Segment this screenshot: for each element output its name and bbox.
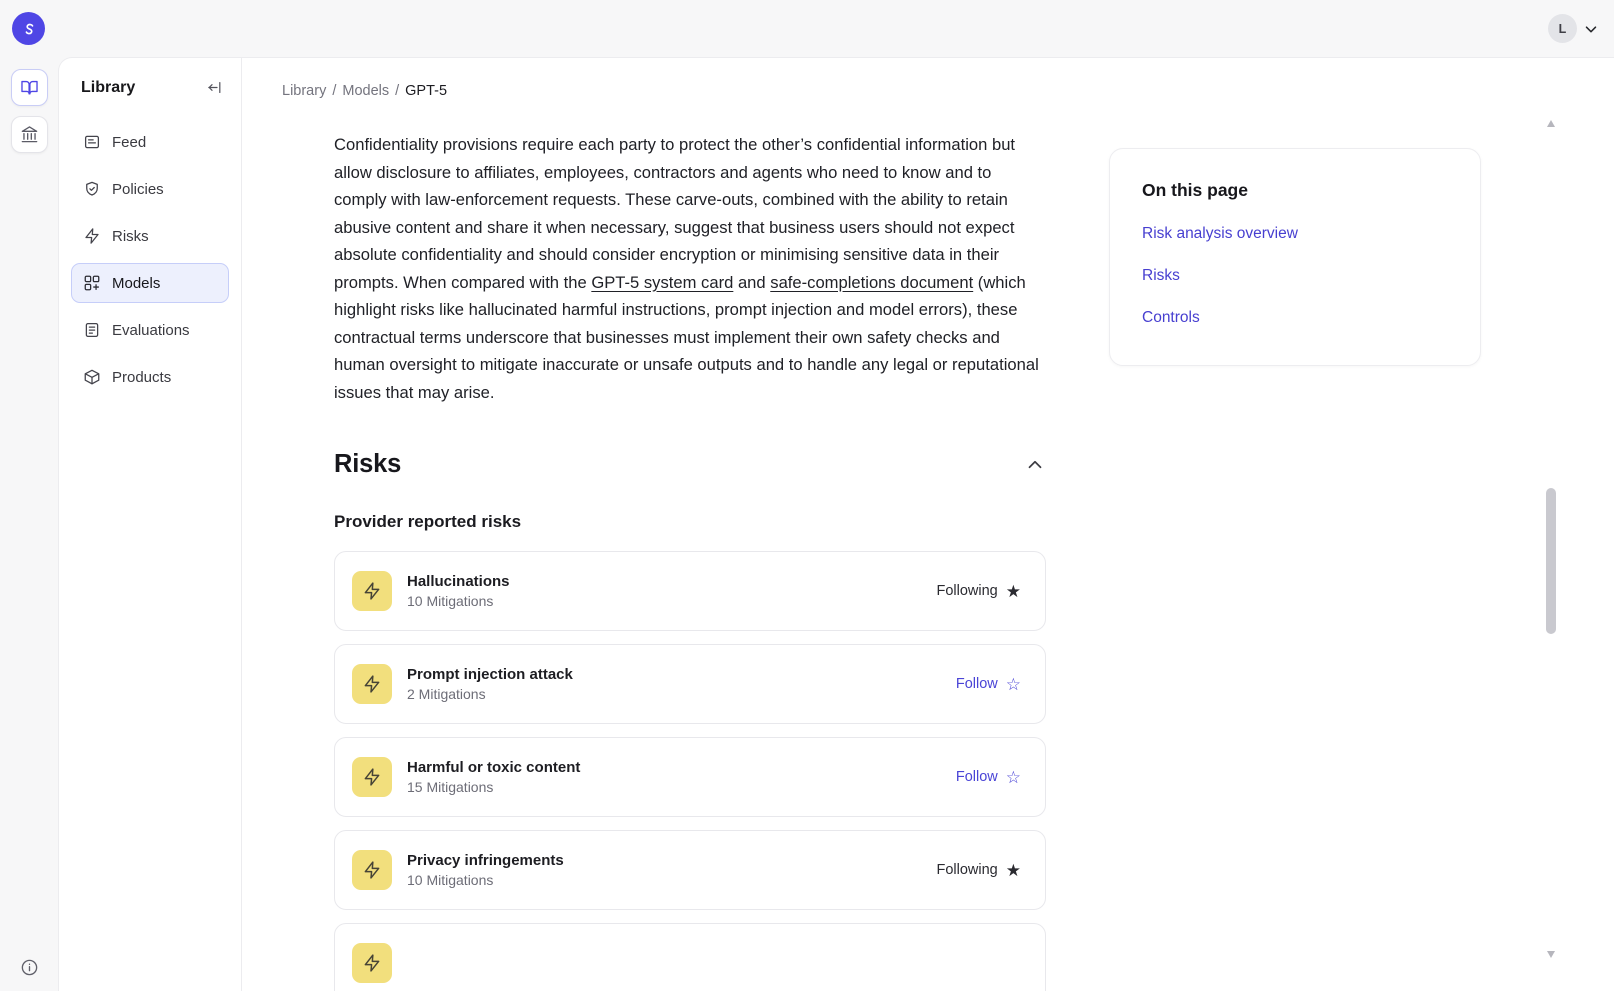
paragraph-text: (which highlight risks like hallucinated…: [334, 273, 1039, 402]
sidebar-nav: Feed Policies: [71, 122, 229, 397]
wave-logo-icon: [19, 19, 39, 39]
risk-mitigations: 10 Mitigations: [407, 872, 564, 888]
risk-bolt-icon: [352, 850, 392, 890]
package-icon: [83, 368, 101, 386]
risk-bolt-icon: [352, 943, 392, 983]
sidebar-item-label: Policies: [112, 181, 164, 198]
sidebar-item-feed[interactable]: Feed: [71, 122, 229, 162]
content-panel: Library Fe: [58, 57, 1614, 991]
info-icon[interactable]: [20, 958, 39, 977]
risk-card-hallucinations[interactable]: Hallucinations 10 Mitigations Following …: [334, 551, 1046, 631]
shield-check-icon: [83, 180, 101, 198]
analysis-paragraph: Confidentiality provisions require each …: [334, 131, 1046, 406]
sidebar-item-risks[interactable]: Risks: [71, 216, 229, 256]
breadcrumb: Library / Models / GPT-5: [282, 83, 1614, 99]
paragraph-text: Confidentiality provisions require each …: [334, 135, 1015, 292]
risk-mitigations: 10 Mitigations: [407, 593, 510, 609]
risk-title: Hallucinations: [407, 573, 510, 590]
breadcrumb-models[interactable]: Models: [342, 83, 389, 99]
star-outline-icon: ☆: [1006, 676, 1021, 693]
sidebar-item-policies[interactable]: Policies: [71, 169, 229, 209]
bolt-icon: [83, 227, 101, 245]
category-icon: [83, 274, 101, 292]
risk-title: Harmful or toxic content: [407, 759, 580, 776]
risk-title: Privacy infringements: [407, 852, 564, 869]
rail-library-button[interactable]: [11, 69, 48, 106]
breadcrumb-current: GPT-5: [405, 83, 447, 99]
risk-card-prompt-injection[interactable]: Prompt injection attack 2 Mitigations Fo…: [334, 644, 1046, 724]
sidebar-item-evaluations[interactable]: Evaluations: [71, 310, 229, 350]
safe-completions-document-link[interactable]: safe-completions document: [770, 273, 973, 292]
star-filled-icon: ★: [1006, 862, 1021, 879]
risk-card-list: Hallucinations 10 Mitigations Following …: [334, 551, 1046, 991]
follow-button[interactable]: Follow ☆: [956, 676, 1021, 693]
sidebar-item-label: Evaluations: [112, 322, 190, 339]
risks-section-title: Risks: [334, 450, 401, 479]
feed-icon: [83, 133, 101, 151]
model-article: Confidentiality provisions require each …: [334, 131, 1046, 991]
scrollbar-up-arrow[interactable]: [1547, 120, 1555, 127]
toc-link-risks[interactable]: Risks: [1142, 267, 1448, 285]
breadcrumb-separator: /: [332, 83, 336, 99]
star-outline-icon: ☆: [1006, 769, 1021, 786]
on-this-page-card: On this page Risk analysis overview Risk…: [1109, 148, 1481, 366]
risk-title: Prompt injection attack: [407, 666, 573, 683]
follow-button[interactable]: Follow ☆: [956, 769, 1021, 786]
bank-icon: [20, 125, 39, 144]
main-content: Library / Models / GPT-5 Confidentiality…: [242, 58, 1614, 991]
app-logo[interactable]: [12, 12, 45, 45]
risk-mitigations: 15 Mitigations: [407, 779, 580, 795]
risk-bolt-icon: [352, 757, 392, 797]
avatar[interactable]: L: [1548, 14, 1577, 43]
sidebar-item-label: Feed: [112, 134, 146, 151]
sidebar-item-label: Models: [112, 275, 160, 292]
following-button[interactable]: Following ★: [937, 583, 1022, 600]
star-filled-icon: ★: [1006, 583, 1021, 600]
follow-label: Follow: [956, 769, 998, 785]
chevron-up-icon[interactable]: [1024, 454, 1046, 476]
breadcrumb-separator: /: [395, 83, 399, 99]
sidebar-item-models[interactable]: Models: [71, 263, 229, 303]
following-button[interactable]: Following ★: [937, 862, 1022, 879]
risk-bolt-icon: [352, 664, 392, 704]
sidebar-title: Library: [81, 79, 135, 97]
follow-label: Following: [937, 862, 998, 878]
risk-card-privacy[interactable]: Privacy infringements 10 Mitigations Fol…: [334, 830, 1046, 910]
library-sidebar: Library Fe: [59, 58, 242, 991]
scrollbar-down-arrow[interactable]: [1547, 951, 1555, 958]
provider-reported-risks-heading: Provider reported risks: [334, 512, 1046, 532]
risk-mitigations: 2 Mitigations: [407, 686, 573, 702]
account-menu[interactable]: L: [1548, 14, 1600, 43]
risk-bolt-icon: [352, 571, 392, 611]
on-this-page-title: On this page: [1142, 180, 1448, 201]
toc-link-risk-analysis-overview[interactable]: Risk analysis overview: [1142, 225, 1448, 243]
follow-label: Following: [937, 583, 998, 599]
scrollbar-thumb[interactable]: [1546, 488, 1556, 634]
sidebar-item-label: Risks: [112, 228, 149, 245]
icon-rail: [0, 57, 58, 991]
breadcrumb-library[interactable]: Library: [282, 83, 326, 99]
rail-organization-button[interactable]: [11, 116, 48, 153]
sidebar-item-products[interactable]: Products: [71, 357, 229, 397]
chevron-down-icon[interactable]: [1582, 20, 1600, 38]
follow-label: Follow: [956, 676, 998, 692]
paragraph-text: and: [733, 273, 770, 292]
risk-card-partial[interactable]: [334, 923, 1046, 991]
risk-card-harmful-content[interactable]: Harmful or toxic content 15 Mitigations …: [334, 737, 1046, 817]
gpt5-system-card-link[interactable]: GPT-5 system card: [591, 273, 733, 292]
scrollbar: [1546, 120, 1557, 958]
collapse-sidebar-icon[interactable]: [204, 77, 225, 98]
evaluations-icon: [83, 321, 101, 339]
risks-section-header: Risks: [334, 450, 1046, 479]
sidebar-item-label: Products: [112, 369, 171, 386]
toc-link-controls[interactable]: Controls: [1142, 309, 1448, 327]
book-open-icon: [20, 78, 39, 97]
topbar: L: [0, 0, 1614, 57]
